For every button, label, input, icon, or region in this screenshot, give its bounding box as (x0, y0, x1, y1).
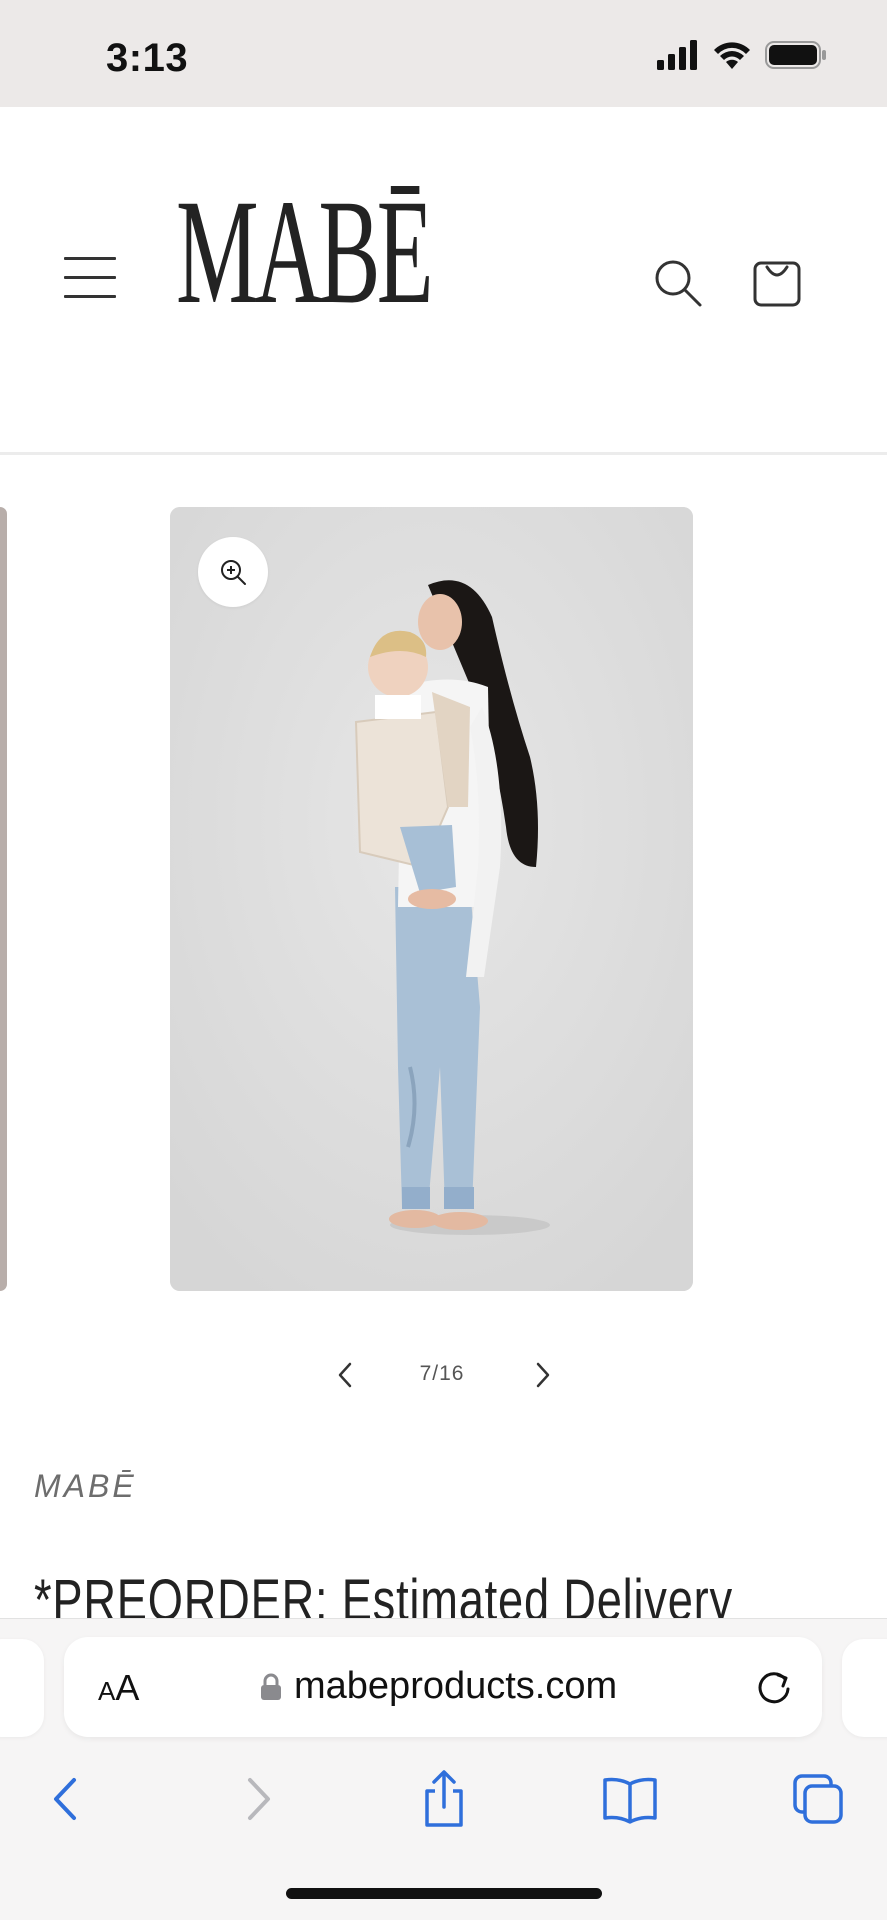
menu-button[interactable] (64, 257, 116, 301)
tabs-button[interactable] (786, 1767, 850, 1831)
forward-icon (248, 1778, 270, 1820)
url-display[interactable]: mabeproducts.com (260, 1665, 617, 1708)
chevron-right-icon (536, 1362, 550, 1388)
product-vendor: MABĒ (34, 1468, 137, 1504)
chevron-left-icon (338, 1362, 352, 1388)
reload-button[interactable] (752, 1665, 796, 1709)
previous-slide-peek[interactable] (0, 507, 7, 1291)
share-icon (425, 1770, 463, 1827)
tabs-icon (793, 1774, 843, 1824)
signal-icon (657, 40, 697, 70)
forward-button[interactable] (226, 1767, 290, 1831)
search-button[interactable] (652, 257, 704, 309)
address-bar[interactable]: AA mabeproducts.com (64, 1637, 822, 1737)
cart-icon (753, 261, 801, 307)
slide-counter: 7/16 (419, 1362, 465, 1385)
zoom-button[interactable] (198, 537, 268, 607)
product-image[interactable] (170, 507, 693, 1291)
slider-navigation: 7/16 (0, 1350, 887, 1400)
status-icons (657, 40, 827, 70)
wifi-icon (714, 42, 750, 69)
next-image-button[interactable] (528, 1358, 558, 1392)
status-time: 3:13 (106, 36, 189, 80)
previous-tab-peek[interactable] (0, 1639, 44, 1737)
menu-icon (64, 257, 116, 260)
product-photo (170, 507, 693, 1291)
lock-icon (261, 1673, 281, 1700)
next-tab-peek[interactable] (842, 1639, 887, 1737)
text-size-button[interactable]: AA (98, 1667, 139, 1709)
share-button[interactable] (412, 1767, 476, 1831)
battery-icon (765, 41, 826, 69)
status-bar: 3:13 (0, 0, 887, 107)
text-size-label: AA (98, 1667, 140, 1708)
home-indicator[interactable] (286, 1888, 602, 1899)
previous-image-button[interactable] (330, 1358, 360, 1392)
back-icon (54, 1778, 76, 1820)
site-header: MABĒ (0, 107, 887, 455)
logo-text: MABĒ (176, 169, 434, 335)
bookmarks-icon (603, 1777, 657, 1824)
cart-button[interactable] (752, 253, 804, 309)
zoom-in-icon (221, 560, 246, 585)
logo[interactable]: MABĒ (176, 177, 466, 337)
browser-toolbar (0, 1757, 887, 1857)
browser-bar: AA mabeproducts.com (0, 1618, 887, 1920)
bookmarks-button[interactable] (598, 1767, 662, 1831)
url-text: mabeproducts.com (294, 1665, 618, 1707)
back-button[interactable] (34, 1767, 98, 1831)
search-icon (655, 260, 702, 307)
reload-icon (758, 1672, 790, 1704)
